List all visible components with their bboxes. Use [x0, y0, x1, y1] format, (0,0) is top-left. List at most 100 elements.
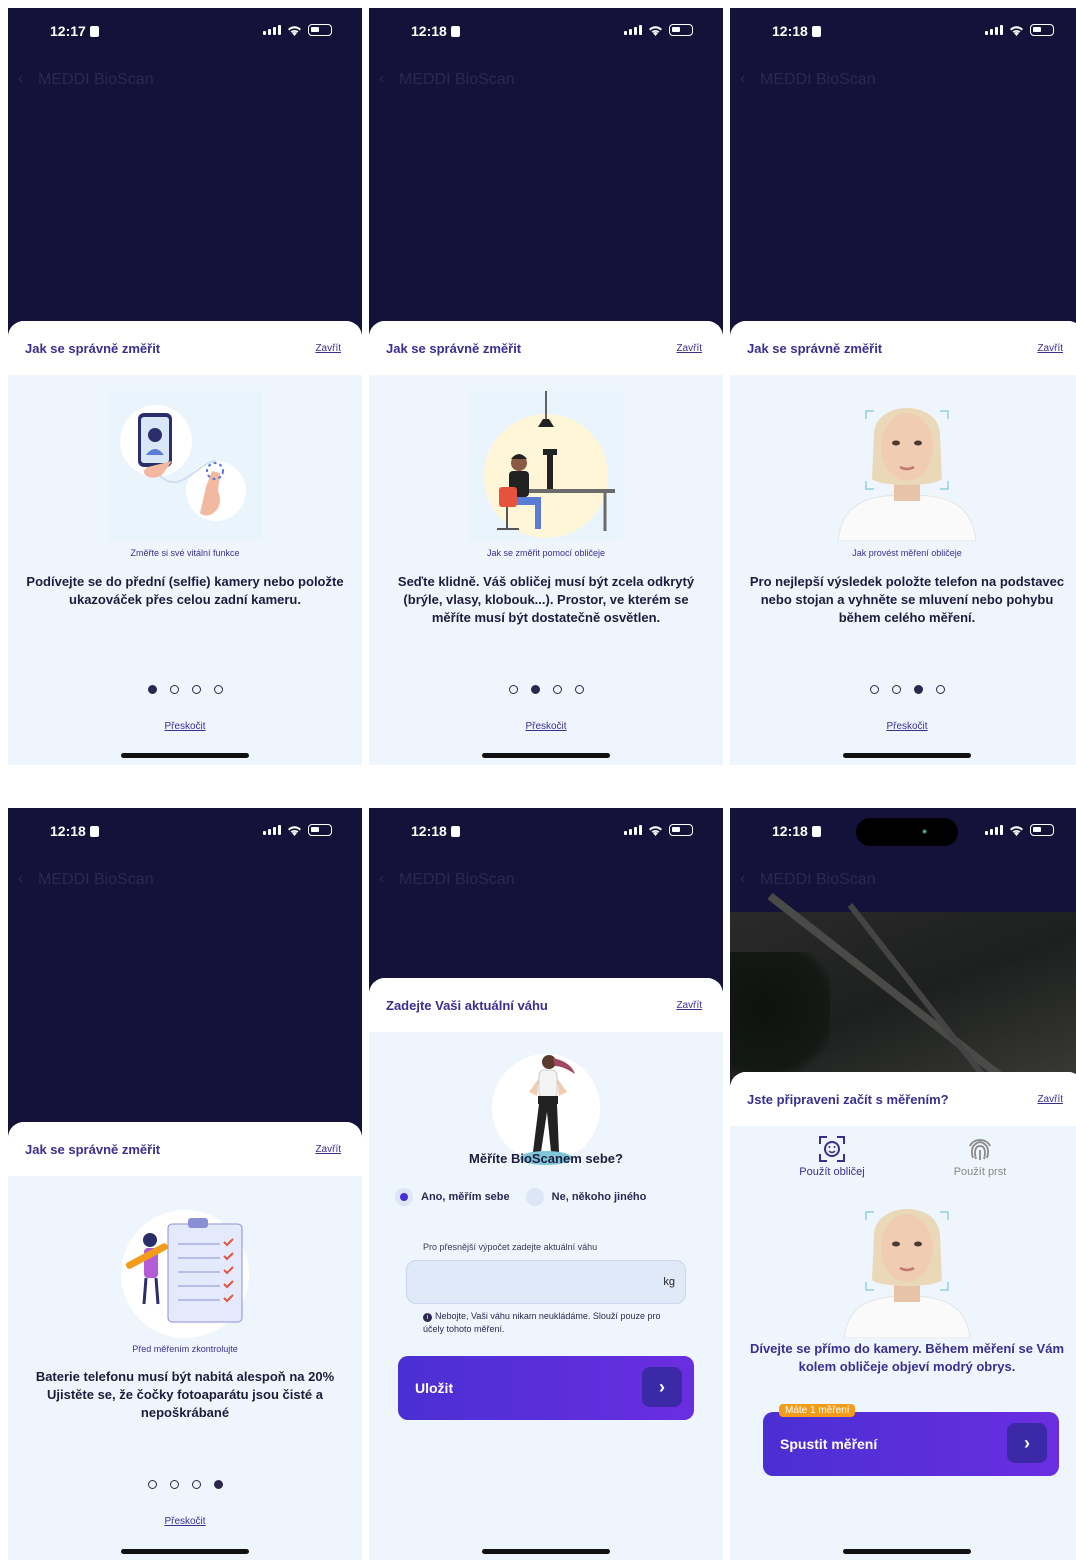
sheet-title: Jak se správně změřit [25, 1142, 161, 1157]
chevron-left-icon[interactable]: ‹ [18, 70, 23, 88]
instruction-text: Dívejte se přímo do kamery. Během měření… [749, 1341, 1065, 1374]
pager-dot[interactable] [213, 685, 223, 694]
pager-dot[interactable] [552, 685, 562, 694]
chevron-left-icon[interactable]: ‹ [379, 870, 384, 888]
nav-bar: ‹ MEDDI BioScan [730, 866, 1076, 896]
app-title: MEDDI BioScan [760, 71, 876, 88]
pager-dots[interactable] [8, 1480, 362, 1489]
chevron-left-icon[interactable]: ‹ [740, 70, 745, 88]
weight-input[interactable] [407, 1261, 685, 1303]
pager-dot[interactable] [891, 685, 901, 694]
step-caption: Jak provést měření obličeje [852, 548, 962, 558]
chevron-right-icon: › [1007, 1423, 1047, 1463]
status-bar: 12:18 [369, 8, 723, 56]
pager-dot[interactable] [530, 685, 540, 694]
sheet-title: Jak se správně změřit [747, 341, 883, 356]
pager-dot[interactable] [508, 685, 518, 694]
status-time: 12:18 [772, 823, 821, 839]
pager-dot[interactable] [169, 685, 179, 694]
home-indicator [482, 1549, 610, 1554]
privacy-note-text: Nebojte, Vaši váhu nikam neukládáme. Slo… [423, 1311, 661, 1334]
save-button[interactable]: Uložit › [398, 1356, 694, 1420]
camera-indicator-dot [922, 829, 927, 834]
nav-bar: ‹ MEDDI BioScan [8, 66, 362, 96]
step-description: Baterie telefonu musí být nabitá alespoň… [22, 1368, 348, 1422]
skip-link[interactable]: Přeskočit [8, 721, 362, 732]
pager-dot[interactable] [213, 1480, 223, 1489]
radio-self[interactable]: Ano, měřím sebe [395, 1188, 510, 1206]
pager-dots[interactable] [369, 685, 723, 694]
close-link[interactable]: Zavřít [676, 1000, 702, 1011]
home-indicator [482, 753, 610, 758]
skip-link[interactable]: Přeskočit [730, 721, 1076, 732]
face-scan-icon [819, 1136, 845, 1162]
chevron-left-icon[interactable]: ‹ [379, 70, 384, 88]
battery-icon [669, 824, 693, 836]
step-caption: Jak se změřit pomocí obličeje [486, 548, 606, 558]
lock-icon [89, 26, 99, 37]
sheet-header: Jak se správně změřit Zavřít [8, 1122, 362, 1176]
wifi-icon [1010, 825, 1023, 836]
signal-icon [263, 825, 281, 835]
signal-icon [985, 25, 1003, 35]
wifi-icon [1010, 25, 1023, 36]
pager-dots[interactable] [8, 685, 362, 694]
pager-dot[interactable] [869, 685, 879, 694]
face-photo [830, 391, 984, 541]
home-indicator [121, 1549, 249, 1554]
close-link[interactable]: Zavřít [676, 343, 702, 354]
phone-finger-illustration [108, 391, 262, 541]
radio-button[interactable] [395, 1188, 413, 1206]
pager-dot[interactable] [935, 685, 945, 694]
signal-icon [624, 825, 642, 835]
skip-link[interactable]: Přeskočit [8, 1516, 362, 1527]
step-caption: Před měřením zkontrolujte [132, 1344, 238, 1354]
pager-dot[interactable] [574, 685, 584, 694]
pager-dot[interactable] [913, 685, 923, 694]
close-link[interactable]: Zavřít [315, 343, 341, 354]
pager-dot[interactable] [169, 1480, 179, 1489]
pager-dot[interactable] [147, 685, 157, 694]
skip-link[interactable]: Přeskočit [369, 721, 723, 732]
sheet-header: Jak se správně změřit Zavřít [369, 321, 723, 375]
close-link[interactable]: Zavřít [315, 1144, 341, 1155]
chevron-left-icon[interactable]: ‹ [18, 870, 23, 888]
chevron-left-icon[interactable]: ‹ [740, 870, 745, 888]
home-indicator [843, 1549, 971, 1554]
step-description-line: Ujistěte se, že čočky fotoaparátu jsou č… [47, 1387, 323, 1420]
weight-field[interactable]: kg [406, 1260, 686, 1304]
bottom-sheet: Jak se správně změřit Zavřít Jak provést… [730, 321, 1076, 765]
close-link[interactable]: Zavřít [1037, 343, 1063, 354]
status-icons [624, 24, 693, 36]
status-time: 12:18 [772, 23, 821, 39]
status-time: 12:17 [50, 23, 99, 39]
battery-icon [308, 824, 332, 836]
radio-someone-else[interactable]: Ne, někoho jiného [525, 1188, 646, 1206]
status-time: 12:18 [411, 23, 460, 39]
bottom-sheet: Jak se správně změřit Zavřít Změřte si s… [8, 321, 362, 765]
wifi-icon [649, 25, 662, 36]
sheet-header: Jak se správně změřit Zavřít [730, 321, 1076, 375]
step-description: Seďte klidně. Váš obličej musí být zcela… [397, 574, 695, 625]
mode-face-button[interactable]: Použít obličej [782, 1134, 882, 1178]
nav-bar: ‹ MEDDI BioScan [369, 66, 723, 96]
mode-finger-button[interactable]: Použít prst [930, 1134, 1030, 1178]
step-description-line: Baterie telefonu musí být nabitá alespoň… [35, 1369, 335, 1384]
pager-dot[interactable] [147, 1480, 157, 1489]
start-measurement-button[interactable]: Máte 1 měření Spustit měření › [763, 1404, 1059, 1476]
pager-dot[interactable] [191, 1480, 201, 1489]
wifi-icon [288, 25, 301, 36]
pager-dots[interactable] [730, 685, 1076, 694]
sheet-title: Jak se správně změřit [386, 341, 522, 356]
pager-dot[interactable] [191, 685, 201, 694]
app-title: MEDDI BioScan [399, 871, 515, 888]
fingerprint-icon [969, 1139, 991, 1160]
step-description: Podívejte se do přední (selfie) kamery n… [26, 574, 344, 607]
bottom-sheet: Jak se správně změřit Zavřít Před měření… [8, 1122, 362, 1560]
screen-tutorial-1: 12:17 ‹ MEDDI BioScan Jak se správně změ… [8, 8, 362, 765]
radio-button[interactable] [525, 1188, 544, 1206]
screen-tutorial-4: 12:18 ‹ MEDDI BioScan Jak se správně změ… [8, 808, 362, 1560]
status-bar: 12:18 [369, 808, 723, 856]
close-link[interactable]: Zavřít [1037, 1094, 1063, 1105]
person-radio-group: Ano, měřím sebe Ne, někoho jiného [395, 1188, 697, 1206]
